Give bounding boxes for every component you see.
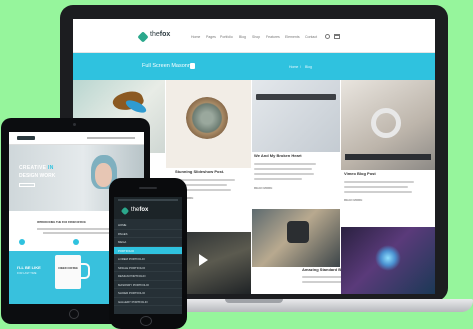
tablet-nav-links[interactable] [87,137,135,139]
post-image-headphones[interactable] [341,80,435,170]
hero-heading: CREATIVE IN [19,165,54,171]
post-text-line [254,163,316,165]
camera-shape [287,221,309,243]
post-image-succulent[interactable] [166,80,251,168]
post-card-broken-heart[interactable]: We And My Broken Heart READ MORE [254,153,316,190]
search-icon[interactable] [325,34,330,39]
breadcrumb-separator: / [300,65,301,69]
post-title[interactable]: Vimeo Blog Post [344,171,414,176]
coffee-mug: I NEED COFFEE [55,255,81,289]
post-text-line [344,181,414,183]
laptop-notch [225,299,283,303]
tablet-camera [73,123,76,126]
intro-line [43,232,109,234]
menu-item-gallery-portfolio[interactable]: GALLERY PORTFOLIO [114,298,182,306]
post-text-line [175,179,235,181]
cart-icon[interactable] [334,34,340,39]
laptop-page-banner: Full Screen Masonry Home / Blog [73,53,435,80]
post-image-audio[interactable] [252,80,340,152]
nav-item-pages[interactable]: Pages [206,35,216,39]
post-title[interactable]: We And My Broken Heart [254,153,316,158]
menu-item-pages[interactable]: PAGES [114,230,182,238]
phone-logo-text[interactable]: thefox [131,207,148,213]
laptop-navbar: thefox Home Pages Portfolio Blog Shop Fe… [73,19,435,53]
audio-player-bar[interactable] [256,94,336,100]
tablet-home-button[interactable] [69,309,79,319]
menu-item-mega[interactable]: MEGA [114,238,182,247]
page-icon [190,63,195,69]
tablet-navbar [9,132,144,145]
hero-button[interactable] [19,183,35,187]
nav-item-shop[interactable]: Shop [252,35,260,39]
menu-item-single-portfolio[interactable]: SINGLE PORTFOLIO [114,264,182,272]
nav-item-features[interactable]: Features [266,35,280,39]
nav-item-blog[interactable]: Blog [239,35,246,39]
menu-item-portfolio-active[interactable]: PORTFOLIO [114,246,182,255]
mug-handle [80,263,90,279]
read-more-link[interactable]: READ MORE [344,198,414,202]
headphones-shape [371,108,401,138]
video-controls-bar[interactable] [345,154,431,160]
breadcrumb-home[interactable]: Home [289,65,298,69]
nav-item-contact[interactable]: Contact [305,35,317,39]
promo-heading: I'LL BE LIKE [17,265,41,270]
promo-subheading: FOR LAST TIME [17,272,37,275]
menu-item-lorem-portfolio[interactable]: LOREM PORTFOLIO [114,255,182,264]
post-image-photographer[interactable] [252,209,340,267]
post-text-line [254,168,312,170]
feature-icon [73,239,79,245]
phone-topbar [118,199,178,201]
menu-item-design-portfolio[interactable]: DESIGN PORTFOLIO [114,272,182,281]
nav-item-elements[interactable]: Elements [285,35,300,39]
post-image-abstract[interactable] [341,227,435,294]
phone-speaker [139,187,157,189]
play-icon[interactable] [199,254,208,266]
post-card-vimeo[interactable]: Vimeo Blog Post READ MORE [344,171,414,202]
post-text-line [344,186,408,188]
post-text-line [254,178,302,180]
feature-icon [19,239,25,245]
hero-subheading: DESIGN WORK [19,173,56,179]
phone-header: thefox [114,197,182,219]
logo-text[interactable]: thefox [150,31,170,38]
nav-item-portfolio[interactable]: Portfolio [220,35,233,39]
phone-screen: thefox HOME PAGES MEGA PORTFOLIO LOREM P… [114,197,182,314]
abstract-glow [375,245,401,271]
mug-label: I NEED COFFEE [58,267,78,270]
fox-logo-icon [137,31,149,43]
succulent-pot [186,97,228,139]
menu-item-masonry-portfolio[interactable]: MASONRY PORTFOLIO [114,281,182,289]
tablet-logo[interactable] [17,136,35,140]
phone-home-button[interactable] [140,316,152,326]
breadcrumb-blog: Blog [305,65,313,69]
phone-logo-icon [120,206,130,216]
menu-item-slider-portfolio[interactable]: SLIDER PORTFOLIO [114,289,182,298]
intro-line [37,228,115,230]
post-text-line [254,173,314,175]
nav-item-home[interactable]: Home [191,35,200,39]
menu-item-home[interactable]: HOME [114,221,182,230]
read-more-link[interactable]: READ MORE [254,186,316,190]
post-title[interactable]: Stunning Slideshow Post. [175,169,235,174]
intro-title: INTRODUCING THE FOX FROM OFFICE [37,221,86,224]
post-text-line [344,191,412,193]
page-title: Full Screen Masonry [142,63,193,69]
